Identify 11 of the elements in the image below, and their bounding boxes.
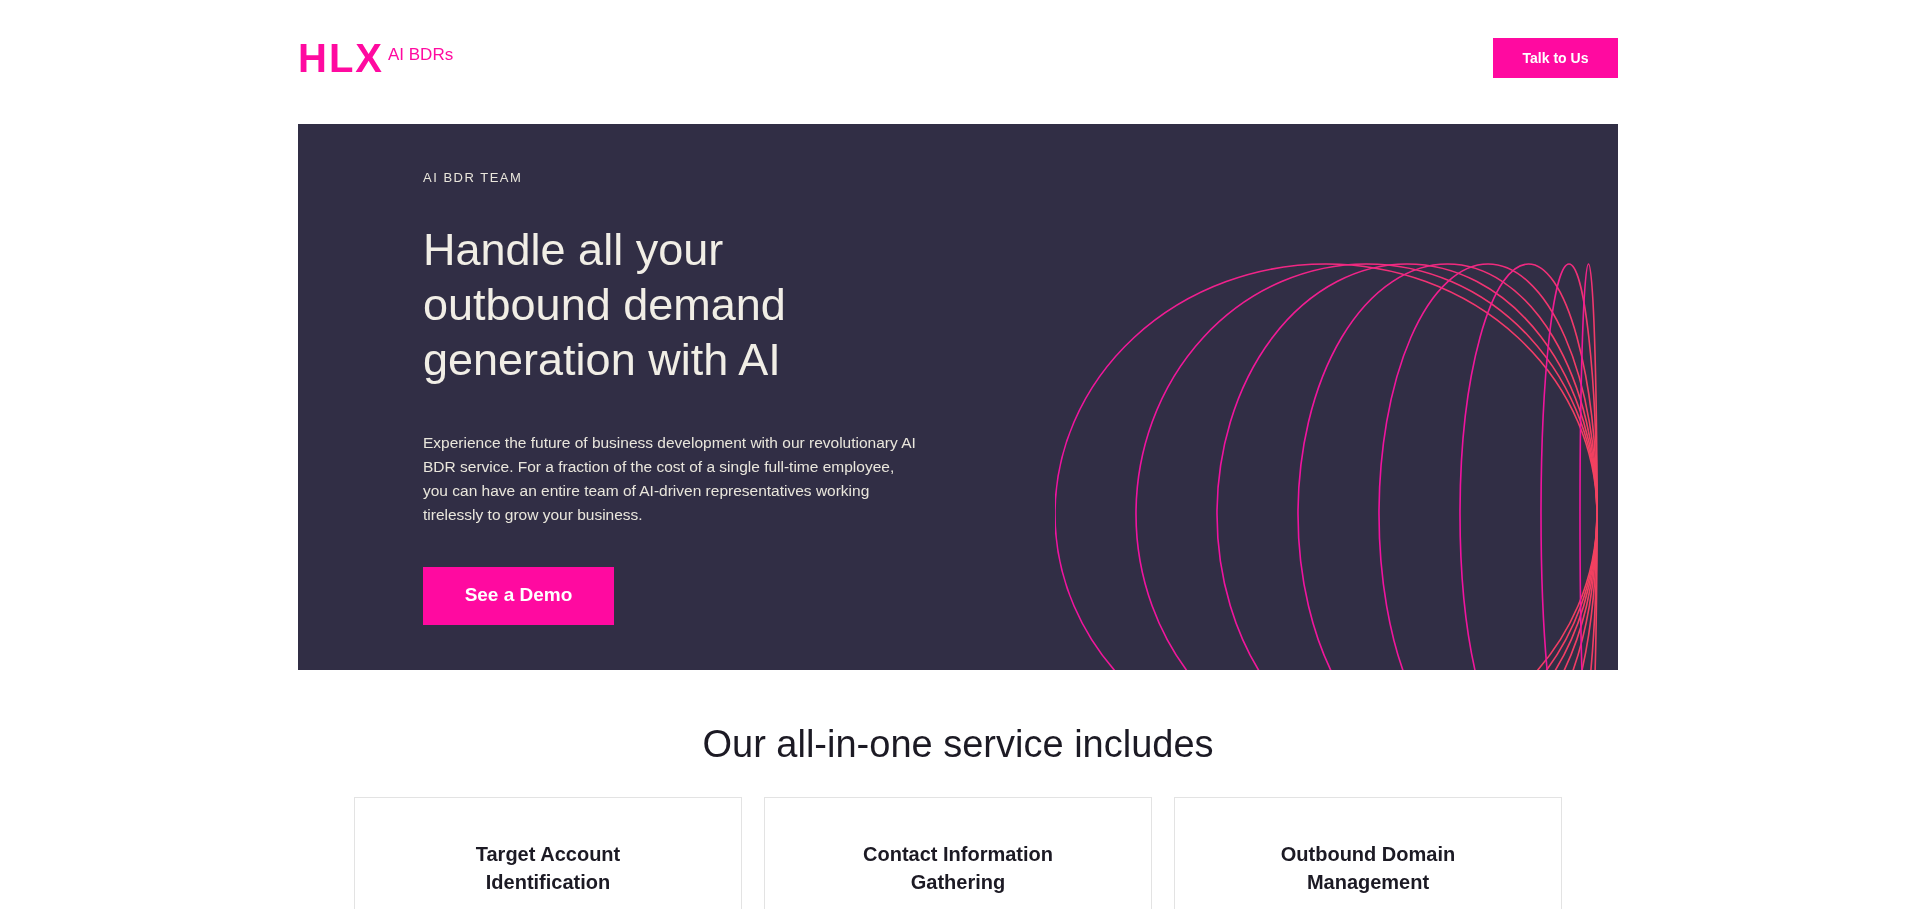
- hero-eyebrow: AI BDR TEAM: [423, 169, 524, 187]
- service-card-title: Contact Information Gathering: [862, 842, 1054, 895]
- see-a-demo-button[interactable]: See a Demo: [423, 566, 614, 625]
- talk-to-us-button[interactable]: Talk to Us: [1493, 38, 1618, 78]
- services-title: Our all-in-one service includes: [701, 722, 1215, 767]
- logo[interactable]: HLX: [298, 38, 384, 78]
- service-card-title: Target Account Identification: [474, 842, 622, 895]
- service-card-title: Outbound Domain Management: [1279, 842, 1457, 895]
- logo-tagline: AI BDRs: [388, 44, 454, 66]
- hero-description: Experience the future of business development with our revolutionary AI BDR service. For a fraction of the cost of a single full-time employee, you can have an entire team of AI-driven representatives working tirelessly to grow your business.: [423, 432, 917, 525]
- hero-heading: Handle all your outbound demand generation with AI: [423, 222, 787, 387]
